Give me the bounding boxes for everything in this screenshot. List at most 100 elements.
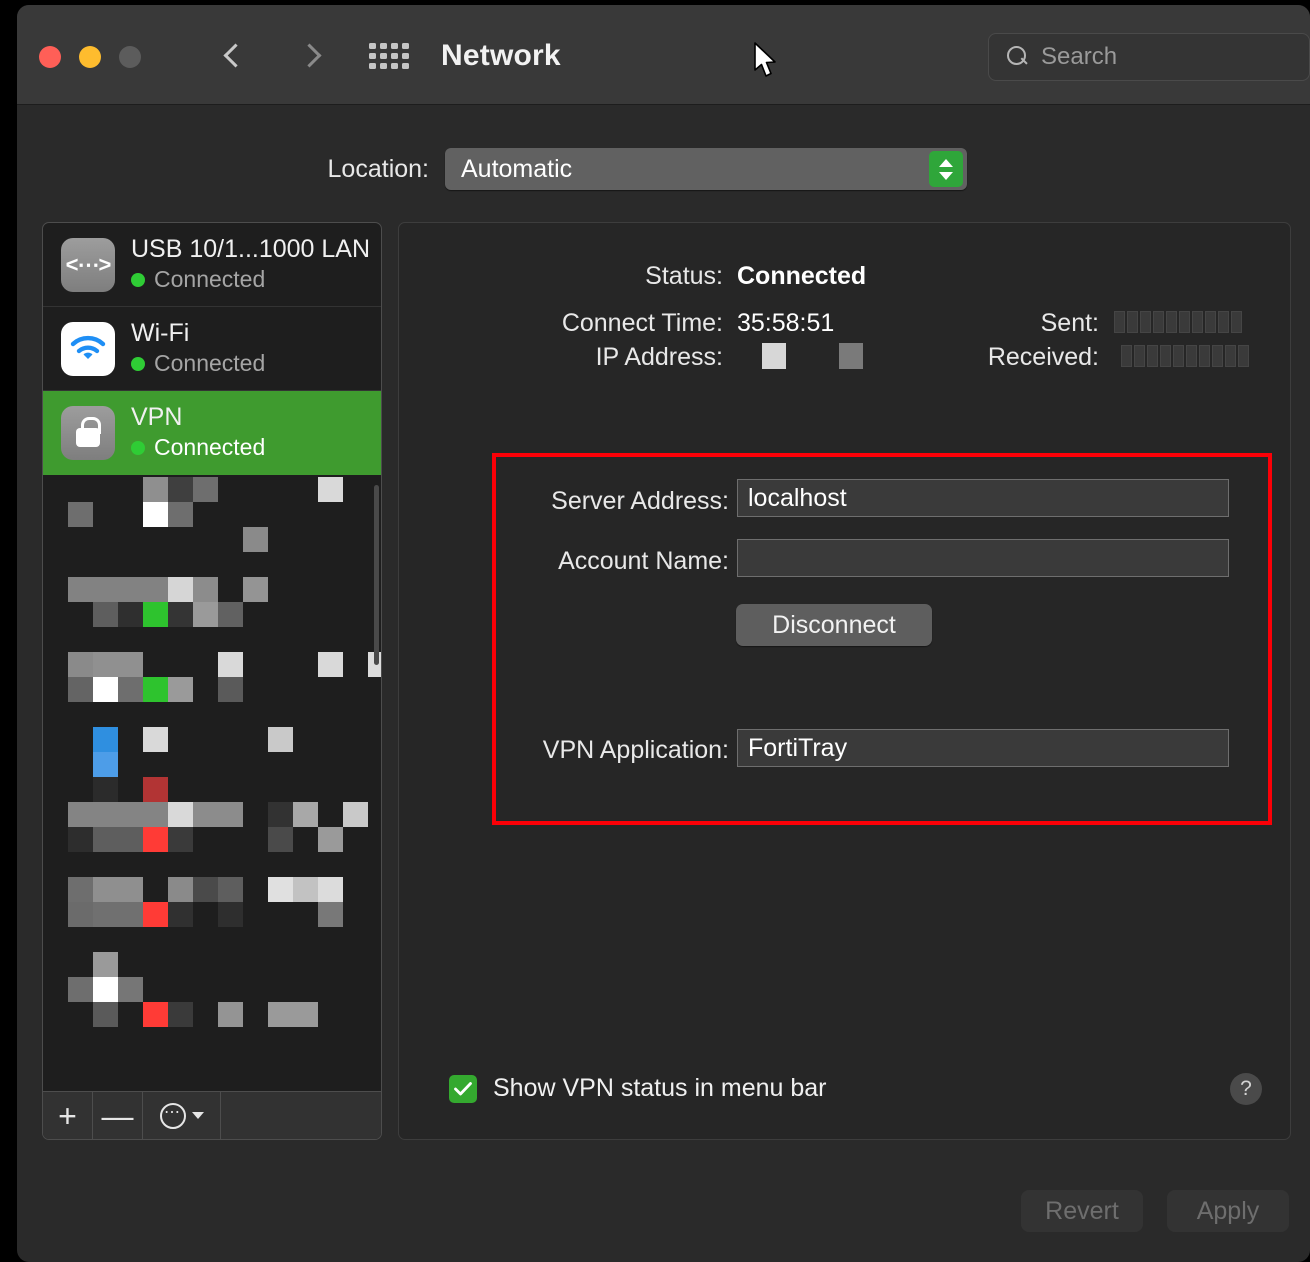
redacted-block — [168, 677, 193, 702]
server-address-label: Server Address: — [551, 487, 729, 515]
received-value-redacted — [1121, 345, 1249, 367]
lock-icon — [61, 405, 115, 460]
help-button[interactable]: ? — [1230, 1073, 1262, 1105]
redacted-block — [143, 602, 168, 627]
redacted-block — [193, 577, 218, 602]
chevron-up-down-icon[interactable] — [929, 151, 963, 187]
window-titlebar: Network Search — [17, 5, 1310, 105]
redacted-block — [243, 577, 268, 602]
redacted-block — [68, 977, 93, 1002]
service-actions-button[interactable]: ⋯ — [143, 1092, 221, 1139]
redacted-block — [118, 977, 143, 1002]
redacted-block — [118, 677, 143, 702]
server-address-input[interactable]: localhost — [737, 479, 1229, 517]
location-row: Location: Automatic — [17, 148, 1310, 190]
mouse-cursor — [754, 42, 776, 77]
sidebar-item-vpn[interactable]: VPN Connected — [43, 391, 381, 475]
redacted-block — [143, 477, 168, 502]
vpn-application-label: VPN Application: — [542, 736, 729, 764]
sidebar-scrollbar[interactable] — [374, 485, 379, 665]
show-all-grid-icon[interactable] — [367, 41, 411, 71]
toolbar-filler — [221, 1092, 381, 1139]
chevron-left-icon — [224, 43, 240, 71]
redacted-block — [168, 577, 193, 602]
status-dot-icon — [131, 356, 145, 371]
service-status: Connected — [131, 434, 265, 461]
redacted-block — [168, 802, 193, 827]
redacted-block — [318, 877, 343, 902]
vpn-application-input[interactable]: FortiTray — [737, 729, 1229, 767]
redacted-block — [318, 477, 343, 502]
redacted-block — [93, 777, 118, 802]
redacted-block — [268, 802, 293, 827]
checkbox-checked-icon[interactable] — [449, 1074, 477, 1103]
apply-button[interactable]: Apply — [1167, 1190, 1289, 1232]
redacted-block — [93, 977, 118, 1002]
received-label: Received: — [987, 343, 1099, 371]
minimize-button[interactable] — [79, 46, 101, 68]
zoom-button[interactable] — [119, 46, 141, 68]
vpn-application-value: FortiTray — [748, 733, 848, 762]
redacted-block — [93, 602, 118, 627]
add-service-button[interactable]: + — [43, 1092, 93, 1139]
redacted-block — [268, 1002, 318, 1027]
location-select[interactable]: Automatic — [445, 148, 967, 190]
vpn-details-panel: Status: Connected Connect Time: 35:58:51… — [398, 222, 1291, 1140]
redacted-block — [143, 502, 168, 527]
redacted-block — [93, 652, 143, 677]
redacted-block — [193, 477, 218, 502]
location-label: Location: — [327, 154, 429, 183]
ellipsis-circle-icon: ⋯ — [159, 1102, 186, 1129]
redacted-block — [118, 602, 143, 627]
redacted-block — [168, 902, 193, 927]
sidebar-item-usb-lan[interactable]: <⋯> USB 10/1...1000 LAN Connected — [43, 223, 381, 307]
close-button[interactable] — [39, 46, 61, 68]
redacted-block — [68, 677, 93, 702]
redacted-block — [93, 752, 118, 777]
revert-button[interactable]: Revert — [1021, 1190, 1143, 1232]
redacted-block — [93, 902, 143, 927]
traffic-light-buttons — [39, 46, 141, 68]
redacted-block — [93, 677, 118, 702]
forward-button[interactable] — [287, 33, 331, 81]
revert-label: Revert — [1045, 1196, 1119, 1225]
redacted-block — [318, 827, 343, 852]
sidebar-item-wifi[interactable]: Wi-Fi Connected — [43, 307, 381, 391]
server-address-value: localhost — [748, 483, 847, 512]
service-name: Wi-Fi — [131, 318, 190, 347]
account-name-label: Account Name: — [558, 547, 729, 575]
redacted-block — [268, 727, 293, 752]
back-button[interactable] — [210, 33, 254, 81]
network-preferences-window: Network Search Location: Automatic <⋯> U… — [17, 5, 1310, 1262]
redacted-block — [168, 877, 193, 902]
redacted-block — [268, 877, 293, 902]
disconnect-button[interactable]: Disconnect — [736, 604, 932, 646]
redacted-block — [218, 1002, 243, 1027]
service-name: USB 10/1...1000 LAN — [131, 234, 371, 263]
redacted-block — [93, 727, 118, 752]
service-status: Connected — [131, 350, 265, 377]
redacted-block — [193, 802, 243, 827]
search-placeholder: Search — [1041, 43, 1118, 70]
redacted-block — [218, 902, 243, 927]
redacted-block — [168, 602, 193, 627]
redacted-block — [143, 827, 168, 852]
footer-buttons: Revert Apply — [1021, 1190, 1289, 1232]
service-name: VPN — [131, 402, 183, 431]
redacted-block — [93, 1002, 118, 1027]
remove-service-button[interactable]: — — [93, 1092, 143, 1139]
redacted-block — [218, 652, 243, 677]
redacted-block — [168, 827, 193, 852]
search-input[interactable]: Search — [988, 33, 1310, 81]
show-vpn-status-checkbox-row[interactable]: Show VPN status in menu bar — [449, 1074, 827, 1103]
redacted-block — [293, 802, 318, 827]
redacted-block — [143, 1002, 168, 1027]
account-name-input[interactable] — [737, 539, 1229, 577]
redacted-block — [143, 777, 168, 802]
status-dot-icon — [131, 272, 145, 287]
question-mark-icon: ? — [1240, 1077, 1252, 1100]
ethernet-icon: <⋯> — [61, 237, 115, 292]
redacted-block — [343, 802, 368, 827]
connect-time-label: Connect Time: — [561, 309, 723, 337]
service-status: Connected — [131, 266, 370, 293]
